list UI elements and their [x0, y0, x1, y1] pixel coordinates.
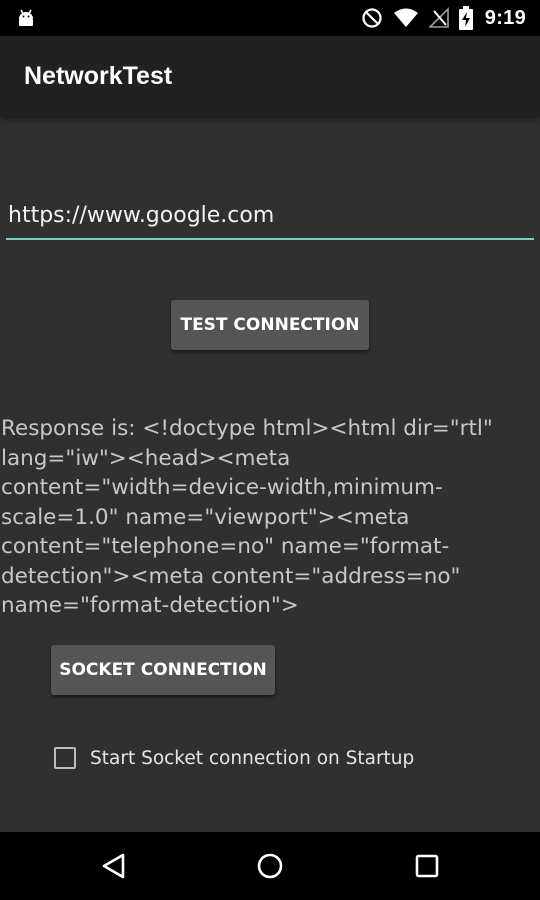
startup-socket-checkbox[interactable] [54, 747, 76, 769]
recents-icon[interactable] [410, 849, 444, 883]
do-not-disturb-icon [361, 7, 383, 29]
url-input[interactable] [6, 196, 534, 240]
socket-connection-button[interactable]: SOCKET CONNECTION [51, 645, 275, 695]
navigation-bar [0, 832, 540, 900]
wifi-icon [393, 7, 419, 29]
app-bar: NetworkTest [0, 36, 540, 116]
app-title: NetworkTest [24, 62, 173, 90]
status-bar: 9:19 [0, 0, 540, 36]
test-connection-button[interactable]: TEST CONNECTION [171, 300, 369, 350]
back-icon[interactable] [96, 849, 130, 883]
cell-signal-no-service-icon [428, 7, 449, 29]
android-debug-icon [15, 7, 37, 29]
status-time: 9:19 [484, 6, 526, 29]
status-icons: 9:19 [361, 0, 526, 36]
home-icon[interactable] [253, 849, 287, 883]
battery-charging-icon [458, 6, 473, 30]
screen: 9:19 NetworkTest TEST CONNECTION Respons… [0, 0, 540, 900]
startup-socket-checkbox-row[interactable]: Start Socket connection on Startup [54, 743, 414, 773]
response-text: Response is: <!doctype html><html dir="r… [1, 416, 493, 618]
startup-socket-checkbox-label[interactable]: Start Socket connection on Startup [90, 748, 414, 769]
